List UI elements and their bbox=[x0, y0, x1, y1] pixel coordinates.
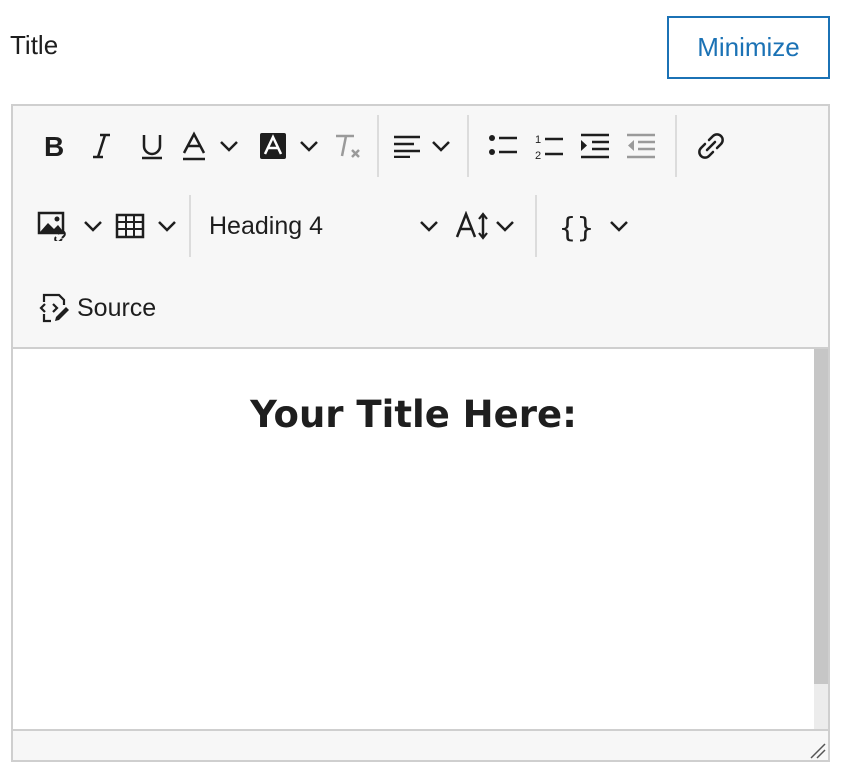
bold-icon: B bbox=[44, 131, 64, 161]
heading-select-value: Heading 4 bbox=[209, 211, 323, 240]
remove-format-button[interactable] bbox=[329, 123, 365, 169]
table-icon bbox=[115, 213, 145, 239]
svg-text:}: } bbox=[577, 211, 593, 242]
resize-handle-icon[interactable] bbox=[808, 741, 826, 759]
source-button[interactable]: Source bbox=[13, 285, 156, 331]
chevron-down-icon bbox=[420, 221, 438, 232]
insert-table-button[interactable] bbox=[115, 203, 185, 249]
svg-text:2: 2 bbox=[535, 150, 541, 160]
toolbar-separator bbox=[467, 115, 469, 177]
toolbar-separator bbox=[535, 195, 537, 257]
font-color-button[interactable] bbox=[181, 123, 251, 169]
toolbar-row-2: Heading 4 {} bbox=[13, 186, 639, 266]
source-button-label: Source bbox=[77, 293, 157, 322]
link-icon bbox=[698, 133, 724, 159]
underline-icon bbox=[142, 135, 162, 160]
chevron-down-icon bbox=[158, 221, 176, 232]
font-color-icon bbox=[182, 131, 206, 161]
editor-content[interactable]: Your Title Here: bbox=[13, 349, 814, 729]
content-scrollbar[interactable] bbox=[814, 349, 828, 729]
image-link-icon bbox=[37, 211, 66, 241]
editor-statusbar bbox=[13, 729, 828, 760]
svg-text:1: 1 bbox=[535, 134, 541, 146]
chevron-down-icon bbox=[220, 141, 238, 152]
toolbar-separator bbox=[675, 115, 677, 177]
editor-toolbar: B 1 2 Heading 4 {} Source bbox=[13, 106, 828, 349]
source-edit-icon bbox=[39, 293, 69, 323]
numbered-list-icon: 1 2 bbox=[535, 134, 563, 160]
toolbar-separator bbox=[377, 115, 379, 177]
toolbar-row-1: B 1 2 bbox=[13, 106, 731, 186]
chevron-down-icon bbox=[610, 221, 628, 232]
toolbar-row-3: Source bbox=[13, 268, 156, 348]
chevron-down-icon bbox=[432, 141, 450, 152]
link-button[interactable] bbox=[691, 123, 731, 169]
svg-text:{: { bbox=[559, 211, 576, 242]
italic-icon bbox=[93, 133, 110, 159]
numbered-list-button[interactable]: 1 2 bbox=[529, 123, 569, 169]
bulleted-list-button[interactable] bbox=[483, 123, 523, 169]
italic-button[interactable] bbox=[83, 123, 121, 169]
heading-select[interactable]: Heading 4 bbox=[191, 203, 447, 249]
field-label: Title bbox=[10, 30, 59, 60]
code-block-button[interactable]: { } bbox=[559, 203, 639, 249]
rich-text-editor: B 1 2 Heading 4 {} Source Your Title He… bbox=[11, 104, 830, 762]
code-braces-icon: { } bbox=[559, 211, 593, 242]
bold-button[interactable]: B bbox=[35, 123, 73, 169]
font-size-button[interactable] bbox=[455, 203, 525, 249]
indent-icon bbox=[581, 133, 609, 159]
page: Title Minimize B 1 2 Heading 4 {} Sourc… bbox=[0, 0, 844, 778]
minimize-button[interactable]: Minimize bbox=[667, 16, 830, 79]
outdent-icon bbox=[627, 133, 655, 159]
chevron-down-icon bbox=[84, 221, 102, 232]
align-left-icon bbox=[394, 135, 420, 158]
chevron-down-icon bbox=[496, 221, 514, 232]
indent-button[interactable] bbox=[575, 123, 615, 169]
underline-button[interactable] bbox=[133, 123, 171, 169]
outdent-button[interactable] bbox=[621, 123, 661, 169]
content-heading[interactable]: Your Title Here: bbox=[13, 393, 814, 436]
chevron-down-icon bbox=[300, 141, 318, 152]
background-color-icon bbox=[260, 133, 286, 159]
background-color-button[interactable] bbox=[259, 123, 329, 169]
font-size-icon bbox=[455, 211, 488, 240]
insert-image-button[interactable] bbox=[37, 203, 107, 249]
bulleted-list-icon bbox=[489, 135, 517, 155]
content-scrollbar-thumb[interactable] bbox=[814, 349, 828, 684]
remove-format-icon bbox=[336, 134, 360, 158]
svg-text:B: B bbox=[44, 131, 64, 161]
alignment-button[interactable] bbox=[393, 123, 457, 169]
